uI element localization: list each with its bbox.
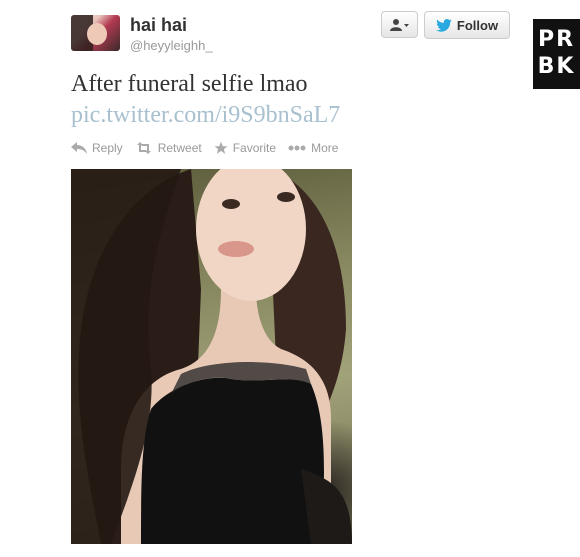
watermark-line-1: PR xyxy=(537,27,576,52)
person-icon xyxy=(389,18,409,31)
watermark-line-2: BK xyxy=(537,54,576,79)
user-actions-button[interactable] xyxy=(381,11,418,38)
twitter-bird-icon xyxy=(436,18,452,32)
retweet-icon xyxy=(136,142,151,154)
reply-label: Reply xyxy=(92,141,123,155)
prbk-watermark-logo: PR BK xyxy=(533,19,580,89)
reply-action[interactable]: Reply xyxy=(71,141,123,155)
tweet-media-link[interactable]: pic.twitter.com/i9S9bnSaL7 xyxy=(71,102,340,129)
user-avatar[interactable] xyxy=(71,15,120,51)
user-full-name[interactable]: hai hai xyxy=(130,15,187,36)
reply-icon xyxy=(71,142,87,154)
user-username[interactable]: @heyyleighh_ xyxy=(130,38,213,53)
more-dots-icon xyxy=(288,145,306,151)
retweet-action[interactable]: Retweet xyxy=(135,141,202,155)
selfie-illustration xyxy=(71,169,352,544)
star-icon xyxy=(214,141,228,154)
avatar-face xyxy=(87,23,107,45)
follow-button-label: Follow xyxy=(456,17,499,33)
favorite-label: Favorite xyxy=(232,141,277,155)
favorite-action[interactable]: Favorite xyxy=(214,141,276,155)
follow-button[interactable]: Follow xyxy=(424,11,510,39)
tweet-photo[interactable] xyxy=(71,169,352,544)
tweet-actions: Reply Retweet Favorite More xyxy=(71,141,338,155)
retweet-label: Retweet xyxy=(157,141,202,155)
tweet-text: After funeral selfie lmao xyxy=(71,71,308,97)
more-label: More xyxy=(311,141,339,155)
more-action[interactable]: More xyxy=(288,141,338,155)
